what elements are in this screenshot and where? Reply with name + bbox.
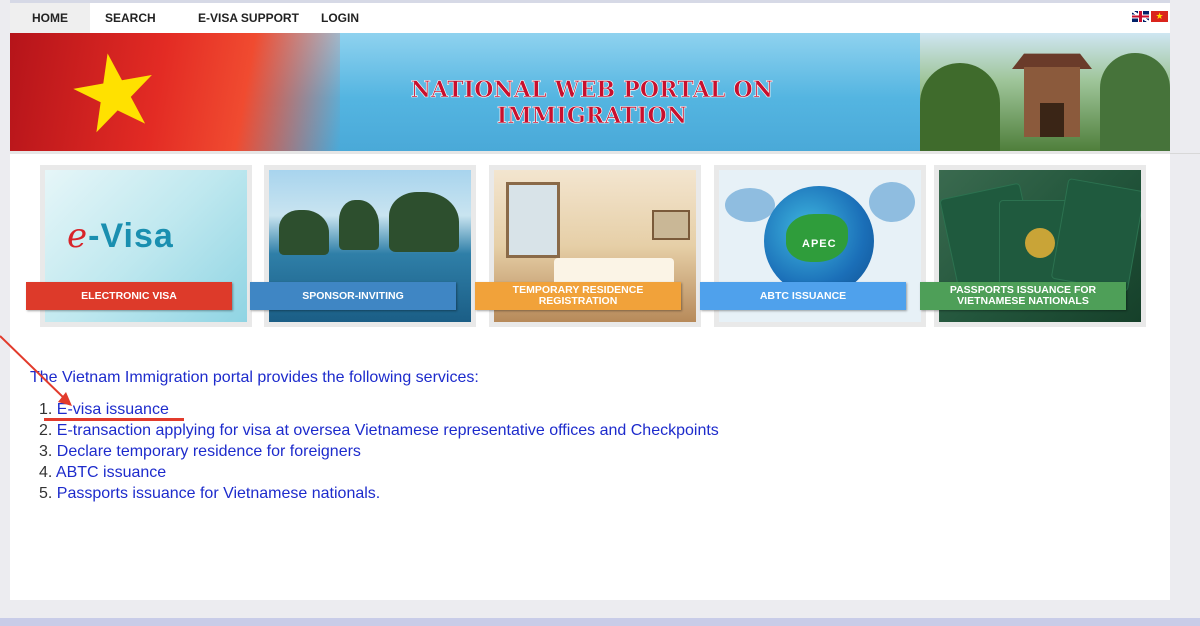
list-number: 4. — [39, 464, 53, 481]
card-label[interactable]: SPONSOR-INVITING — [250, 282, 456, 310]
nav-search[interactable]: SEARCH — [105, 3, 156, 33]
nav-evisa-support[interactable]: E-VISA SUPPORT — [198, 3, 299, 33]
tree-graphic — [920, 63, 1000, 151]
list-item: 4. ABTC issuance — [39, 462, 719, 483]
annotation-underline — [44, 418, 184, 421]
bottom-border — [0, 618, 1200, 626]
rock-graphic — [339, 200, 379, 250]
nav-home[interactable]: HOME — [10, 3, 90, 33]
service-link-passports[interactable]: Passports issuance for Vietnamese nation… — [57, 485, 380, 502]
emblem-icon — [1025, 228, 1055, 258]
rock-graphic — [279, 210, 329, 255]
divider — [1170, 153, 1200, 154]
service-link-temporary-residence[interactable]: Declare temporary residence for foreigne… — [57, 443, 361, 460]
globe-icon: APEC — [764, 186, 874, 296]
list-number: 2. — [39, 422, 53, 439]
annotation-arrow-icon — [0, 335, 72, 406]
list-item: 1. E-visa issuance — [39, 399, 719, 420]
nav-login[interactable]: LOGIN — [321, 3, 359, 33]
uk-flag-icon[interactable] — [1132, 11, 1149, 22]
passport-graphic — [1050, 178, 1141, 292]
list-number: 3. — [39, 443, 53, 460]
star-icon: ★ — [58, 33, 171, 154]
card-passports-issuance[interactable]: PASSPORTS ISSUANCE FOR VIETNAMESE NATION… — [920, 165, 1146, 327]
map-graphic — [869, 182, 915, 222]
list-item: 3. Declare temporary residence for forei… — [39, 441, 719, 462]
picture-graphic — [652, 210, 690, 240]
list-item: 5. Passports issuance for Vietnamese nat… — [39, 483, 719, 504]
site-title: NATIONAL WEB PORTAL ON IMMIGRATION — [410, 77, 774, 130]
card-label[interactable]: PASSPORTS ISSUANCE FOR VIETNAMESE NATION… — [920, 282, 1126, 310]
language-switcher: ★ — [1132, 11, 1168, 22]
temple-roof — [1012, 53, 1092, 69]
card-label[interactable]: TEMPORARY RESIDENCE REGISTRATION — [475, 282, 681, 310]
tree-graphic — [1100, 53, 1170, 151]
evisa-logo-text: -Visa — [88, 217, 174, 255]
header-banner: ★ NATIONAL WEB PORTAL ON IMMIGRATION — [10, 33, 1170, 154]
services-intro: The Vietnam Immigration portal provides … — [30, 369, 479, 386]
rock-graphic — [389, 192, 459, 252]
temple-gate — [1040, 103, 1064, 137]
list-number: 5. — [39, 485, 53, 502]
temple-photo — [920, 33, 1170, 151]
map-graphic — [725, 188, 775, 222]
service-link-etransaction[interactable]: E-transaction applying for visa at overs… — [57, 422, 719, 439]
card-abtc-issuance[interactable]: APEC ABTC ISSUANCE — [700, 165, 926, 327]
card-label[interactable]: ABTC ISSUANCE — [700, 282, 906, 310]
apec-logo-text: APEC — [802, 238, 837, 250]
service-link-abtc[interactable]: ABTC issuance — [56, 464, 166, 481]
evisa-logo-letter: e — [67, 216, 89, 256]
evisa-logo: e-Visa — [67, 216, 174, 256]
card-sponsor-inviting[interactable]: SPONSOR-INVITING — [250, 165, 476, 327]
vietnam-flag-icon[interactable]: ★ — [1151, 11, 1168, 22]
window-graphic — [506, 182, 560, 258]
card-label[interactable]: ELECTRONIC VISA — [26, 282, 232, 310]
list-item: 2. E-transaction applying for visa at ov… — [39, 420, 719, 441]
card-electronic-visa[interactable]: e-Visa ELECTRONIC VISA — [26, 165, 252, 327]
card-temporary-residence[interactable]: TEMPORARY RESIDENCE REGISTRATION — [475, 165, 701, 327]
services-list: 1. E-visa issuance 2. E-transaction appl… — [39, 399, 719, 504]
top-nav: HOME SEARCH E-VISA SUPPORT LOGIN ★ — [10, 0, 1170, 36]
